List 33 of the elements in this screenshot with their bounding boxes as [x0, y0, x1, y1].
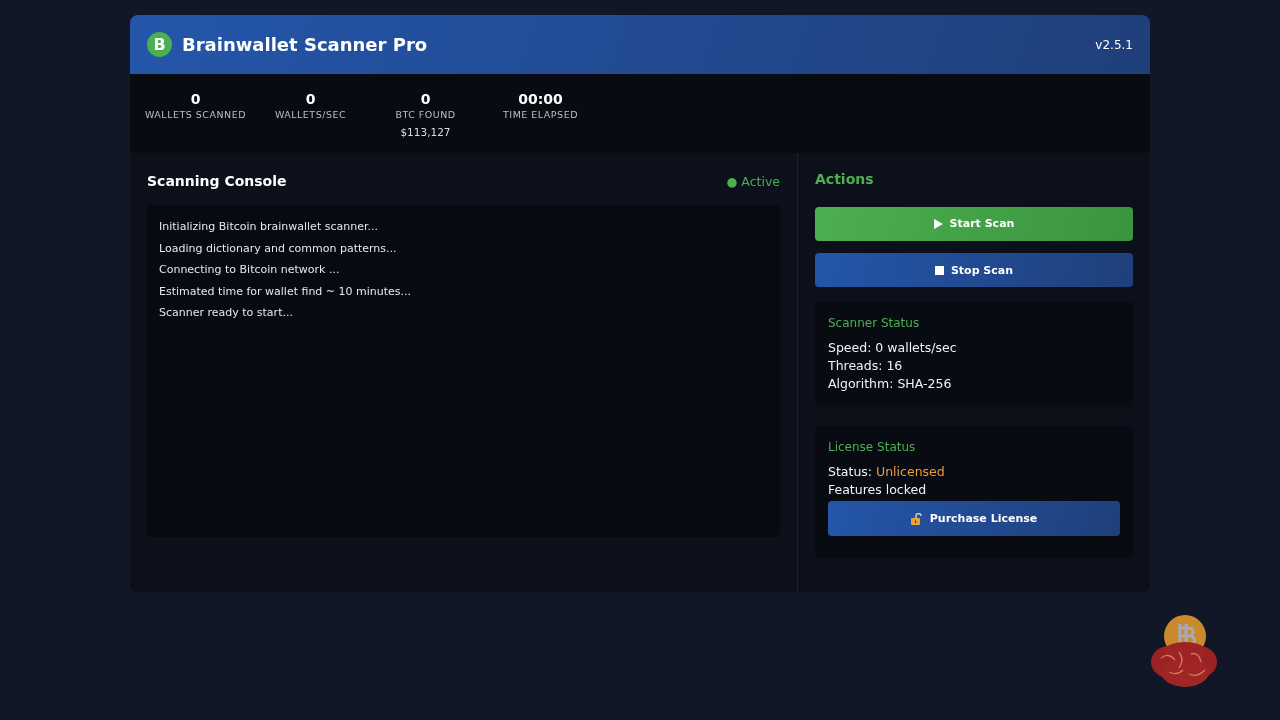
console-line: Loading dictionary and common patterns...: [159, 240, 398, 256]
actions-title: Actions: [815, 171, 875, 189]
stat-label: BTC FOUND: [395, 109, 456, 120]
stat-value: 0: [420, 91, 431, 107]
app-title: Brainwallet Scanner Pro: [182, 34, 428, 55]
stat-value: 00:00: [518, 91, 563, 107]
stop-icon: [934, 265, 944, 275]
card-title: Scanner Status: [828, 316, 921, 331]
version-label: v2.5.1: [1095, 37, 1133, 52]
console-title: Scanning Console: [147, 173, 287, 189]
stat-value: 0: [305, 91, 316, 107]
console-line: Estimated time for wallet find ~ 10 minutes...: [159, 283, 413, 299]
padlock-icon: [910, 512, 923, 525]
play-icon: [933, 218, 943, 229]
features-note: Features locked: [828, 481, 928, 500]
stop-scan-button[interactable]: Stop Scan: [815, 252, 1133, 288]
console-line: Connecting to Bitcoin network ...: [159, 262, 341, 278]
stat-subvalue: $113,127: [400, 126, 451, 138]
status-label: Status:: [828, 463, 873, 482]
console-line: Scanner ready to start...: [159, 305, 294, 321]
status-line: Speed: 0 wallets/sec: [828, 339, 958, 358]
stat-label: TIME ELAPSED: [503, 109, 578, 120]
stat-value: 0: [190, 91, 201, 107]
logo-badge: B: [147, 32, 172, 57]
console-line: Initializing Bitcoin brainwallet scanner...: [159, 219, 379, 235]
status-indicator: ● Active: [726, 173, 780, 189]
stat-label: WALLETS/SEC: [274, 109, 347, 120]
stat-label: WALLETS SCANNED: [145, 109, 246, 120]
status-line: Algorithm: SHA-256: [828, 375, 953, 394]
license-state: Unlicensed: [876, 463, 945, 482]
purchase-license-button[interactable]: Purchase License: [828, 501, 1120, 537]
status-line: Threads: 16: [828, 357, 904, 376]
card-title: License Status: [828, 440, 917, 455]
